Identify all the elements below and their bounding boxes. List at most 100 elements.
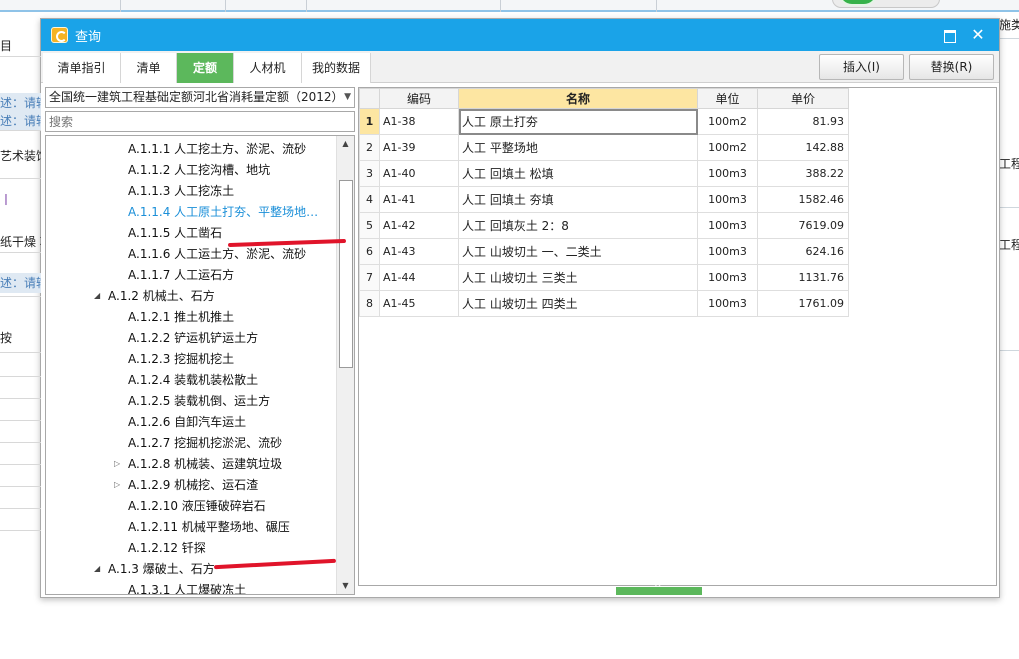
collapse-icon[interactable]: ◢ bbox=[94, 564, 100, 573]
background-divider bbox=[0, 508, 41, 509]
price-cell[interactable]: 388.22 bbox=[757, 160, 849, 187]
tree-node[interactable]: A.1.3.1 人工爆破冻土 bbox=[128, 580, 246, 594]
search-input[interactable] bbox=[45, 111, 355, 132]
row-index[interactable]: 4 bbox=[359, 186, 380, 213]
table-row[interactable]: 2 A1-39 人工 平整场地 100m2 142.88 bbox=[359, 134, 849, 161]
tree-node[interactable]: A.1.1.1 人工挖土方、淤泥、流砂 bbox=[128, 139, 306, 160]
tab-my-data[interactable]: 我的数据 bbox=[302, 53, 371, 83]
code-cell[interactable]: A1-42 bbox=[379, 212, 459, 239]
code-cell[interactable]: A1-43 bbox=[379, 238, 459, 265]
grid-header-name[interactable]: 名称 bbox=[458, 88, 698, 109]
tree-node[interactable]: A.1.3 爆破土、石方 bbox=[108, 559, 215, 580]
unit-cell[interactable]: 100m3 bbox=[697, 160, 758, 187]
tab-labor-material-machine[interactable]: 人材机 bbox=[234, 53, 302, 83]
tree-node[interactable]: A.1.1.4 人工原土打夯、平整场地… bbox=[128, 202, 318, 223]
panel-splitter-handle[interactable] bbox=[616, 583, 702, 595]
tab-bill[interactable]: 清单 bbox=[121, 53, 177, 83]
tree-node[interactable]: A.1.2.12 钎探 bbox=[128, 538, 206, 559]
tree-node[interactable]: A.1.2.8 机械装、运建筑垃圾 bbox=[128, 454, 282, 475]
tree-node[interactable]: A.1.1.6 人工运土方、淤泥、流砂 bbox=[128, 244, 306, 265]
norm-select[interactable]: 全国统一建筑工程基础定额河北省消耗量定额（2012） ▼ bbox=[45, 87, 355, 108]
tree-node[interactable]: A.1.2 机械土、石方 bbox=[108, 286, 215, 307]
grid-header-index[interactable] bbox=[359, 88, 380, 109]
tree-node[interactable]: A.1.2.5 装载机倒、运土方 bbox=[128, 391, 270, 412]
tree-node[interactable]: A.1.2.9 机械挖、运石渣 bbox=[128, 475, 258, 496]
grid-header-price[interactable]: 单价 bbox=[757, 88, 849, 109]
tree-node[interactable]: A.1.2.4 装载机装松散土 bbox=[128, 370, 258, 391]
unit-cell[interactable]: 100m2 bbox=[697, 108, 758, 135]
table-row[interactable]: 6 A1-43 人工 山坡切土 一、二类土 100m3 624.16 bbox=[359, 238, 849, 265]
background-divider bbox=[0, 530, 41, 531]
insert-button[interactable]: 插入(I) bbox=[819, 54, 904, 80]
code-cell[interactable]: A1-44 bbox=[379, 264, 459, 291]
price-cell[interactable]: 142.88 bbox=[757, 134, 849, 161]
unit-cell[interactable]: 100m3 bbox=[697, 290, 758, 317]
name-cell[interactable]: 人工 山坡切土 一、二类土 bbox=[458, 238, 698, 265]
table-row[interactable]: 8 A1-45 人工 山坡切土 四类土 100m3 1761.09 bbox=[359, 290, 849, 317]
background-row-text: 按 bbox=[0, 331, 13, 345]
grid-header-unit[interactable]: 单位 bbox=[697, 88, 758, 109]
price-cell[interactable]: 1131.76 bbox=[757, 264, 849, 291]
tab-bill-guide[interactable]: 清单指引 bbox=[43, 53, 121, 83]
scroll-up-icon[interactable]: ▲ bbox=[337, 136, 354, 152]
row-index[interactable]: 2 bbox=[359, 134, 380, 161]
code-cell[interactable]: A1-39 bbox=[379, 134, 459, 161]
tree-node[interactable]: A.1.1.3 人工挖冻土 bbox=[128, 181, 234, 202]
scroll-thumb[interactable] bbox=[339, 180, 353, 368]
price-cell[interactable]: 624.16 bbox=[757, 238, 849, 265]
unit-cell[interactable]: 100m3 bbox=[697, 264, 758, 291]
tree-node[interactable]: A.1.1.7 人工运石方 bbox=[128, 265, 234, 286]
expand-icon[interactable]: ▷ bbox=[114, 480, 120, 489]
table-row[interactable]: 4 A1-41 人工 回填土 夯填 100m3 1582.46 bbox=[359, 186, 849, 213]
name-cell[interactable]: 人工 平整场地 bbox=[458, 134, 698, 161]
grid-header-code[interactable]: 编码 bbox=[379, 88, 459, 109]
table-row[interactable]: 5 A1-42 人工 回填灰土 2：8 100m3 7619.09 bbox=[359, 212, 849, 239]
price-cell[interactable]: 1761.09 bbox=[757, 290, 849, 317]
tree-node[interactable]: A.1.2.11 机械平整场地、碾压 bbox=[128, 517, 290, 538]
tree-node[interactable]: A.1.2.10 液压锤破碎岩石 bbox=[128, 496, 266, 517]
row-index[interactable]: 1 bbox=[359, 108, 380, 135]
price-cell[interactable]: 1582.46 bbox=[757, 186, 849, 213]
expand-icon[interactable]: ▷ bbox=[114, 459, 120, 468]
unit-cell[interactable]: 100m3 bbox=[697, 238, 758, 265]
tree-node[interactable]: A.1.2.1 推土机推土 bbox=[128, 307, 234, 328]
maximize-button[interactable] bbox=[939, 25, 959, 45]
name-cell[interactable]: 人工 山坡切土 三类土 bbox=[458, 264, 698, 291]
replace-button[interactable]: 替换(R) bbox=[909, 54, 994, 80]
dialog-titlebar[interactable]: 查询 ✕ bbox=[41, 19, 999, 51]
table-row[interactable]: 1 A1-38 人工 原土打夯 100m2 81.93 bbox=[359, 108, 849, 135]
row-index[interactable]: 8 bbox=[359, 290, 380, 317]
tab-quota[interactable]: 定额 bbox=[177, 53, 234, 83]
row-index[interactable]: 6 bbox=[359, 238, 380, 265]
name-cell[interactable]: 人工 原土打夯 bbox=[458, 108, 698, 135]
tree-node[interactable]: A.1.2.3 挖掘机挖土 bbox=[128, 349, 234, 370]
name-cell[interactable]: 人工 回填土 夯填 bbox=[458, 186, 698, 213]
scroll-down-icon[interactable]: ▼ bbox=[337, 578, 354, 594]
row-index[interactable]: 3 bbox=[359, 160, 380, 187]
table-row[interactable]: 7 A1-44 人工 山坡切土 三类土 100m3 1131.76 bbox=[359, 264, 849, 291]
table-row[interactable]: 3 A1-40 人工 回填土 松填 100m3 388.22 bbox=[359, 160, 849, 187]
row-index[interactable]: 5 bbox=[359, 212, 380, 239]
close-button[interactable]: ✕ bbox=[968, 25, 988, 45]
chevron-down-icon[interactable]: ▼ bbox=[344, 88, 351, 107]
tree-node[interactable]: A.1.1.2 人工挖沟槽、地坑 bbox=[128, 160, 270, 181]
name-cell[interactable]: 人工 回填灰土 2：8 bbox=[458, 212, 698, 239]
tree-node[interactable]: A.1.1.5 人工凿石 bbox=[128, 223, 222, 244]
code-cell[interactable]: A1-41 bbox=[379, 186, 459, 213]
collapse-icon[interactable]: ◢ bbox=[94, 291, 100, 300]
unit-cell[interactable]: 100m3 bbox=[697, 186, 758, 213]
price-cell[interactable]: 7619.09 bbox=[757, 212, 849, 239]
unit-cell[interactable]: 100m2 bbox=[697, 134, 758, 161]
price-cell[interactable]: 81.93 bbox=[757, 108, 849, 135]
name-cell[interactable]: 人工 山坡切土 四类土 bbox=[458, 290, 698, 317]
name-cell[interactable]: 人工 回填土 松填 bbox=[458, 160, 698, 187]
code-cell[interactable]: A1-38 bbox=[379, 108, 459, 135]
unit-cell[interactable]: 100m3 bbox=[697, 212, 758, 239]
code-cell[interactable]: A1-45 bbox=[379, 290, 459, 317]
code-cell[interactable]: A1-40 bbox=[379, 160, 459, 187]
tree-node[interactable]: A.1.2.6 自卸汽车运土 bbox=[128, 412, 246, 433]
tree-scrollbar[interactable]: ▲ ▼ bbox=[336, 136, 354, 594]
tree-node[interactable]: A.1.2.7 挖掘机挖淤泥、流砂 bbox=[128, 433, 282, 454]
tree-node[interactable]: A.1.2.2 铲运机铲运土方 bbox=[128, 328, 258, 349]
row-index[interactable]: 7 bbox=[359, 264, 380, 291]
